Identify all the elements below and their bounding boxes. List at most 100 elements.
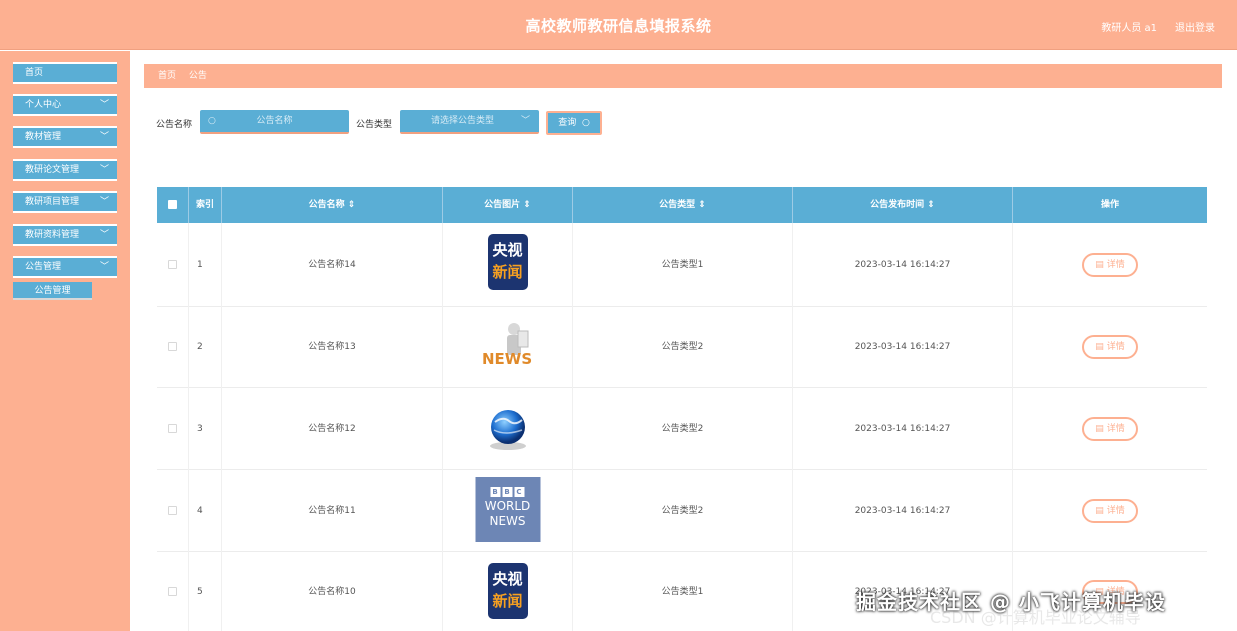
row-image: 央视 新闻: [443, 552, 573, 631]
logout-link[interactable]: 退出登录: [1175, 19, 1215, 34]
sort-icon: ⇕: [927, 200, 935, 210]
breadcrumb-current: 公告: [188, 71, 207, 81]
sidebar-item-label: 个人中心: [25, 100, 62, 110]
search-icon: ○: [579, 118, 590, 128]
sidebar-item-project-management[interactable]: 教研项目管理 ﹀: [13, 191, 117, 213]
announcement-name-input[interactable]: ○ 公告名称: [200, 110, 349, 134]
row-action: ▤ 详情: [1013, 470, 1207, 552]
document-icon: ▤: [1095, 506, 1104, 516]
breadcrumb-home[interactable]: 首页: [158, 71, 176, 81]
sidebar-item-label: 教研项目管理: [25, 197, 80, 207]
sidebar: 首页 个人中心 ﹀ 教材管理 ﹀ 教研论文管理 ﹀ 教研项目管理 ﹀ 教研资料管…: [0, 51, 130, 631]
row-name: 公告名称10: [222, 552, 443, 631]
juejin-watermark: 掘金技术社区 @ 小飞计算机毕设: [856, 590, 1166, 614]
sidebar-subitem-announcement-management[interactable]: 公告管理: [13, 282, 92, 300]
detail-button[interactable]: ▤ 详情: [1082, 253, 1138, 277]
announcement-name-placeholder: 公告名称: [256, 116, 293, 126]
chevron-down-icon: ﹀: [99, 230, 109, 240]
table-row: 1 公告名称14 央视 新闻 公告类型1 2023-03-14 16:14:27…: [157, 223, 1207, 307]
chevron-down-icon: ﹀: [99, 262, 109, 272]
search-button-label: 查询: [558, 118, 577, 128]
row-type: 公告类型1: [573, 223, 793, 307]
sort-icon: ⇕: [523, 200, 531, 210]
column-header-name[interactable]: 公告名称 ⇕: [222, 187, 443, 223]
row-image: 央视 新闻: [443, 223, 573, 307]
row-checkbox[interactable]: [157, 552, 189, 631]
sidebar-item-textbook-management[interactable]: 教材管理 ﹀: [13, 126, 117, 148]
row-checkbox[interactable]: [157, 307, 189, 388]
column-header-publish-time[interactable]: 公告发布时间 ⇕: [793, 187, 1013, 223]
breadcrumb: 首页 公告: [144, 64, 1222, 88]
row-image: [443, 388, 573, 470]
row-index: 1: [189, 223, 222, 307]
news-figure-logo: NEWS: [480, 321, 536, 369]
document-icon: ▤: [1095, 260, 1104, 270]
cctv-news-logo: 央视 新闻: [487, 234, 528, 290]
column-header-action: 操作: [1100, 200, 1119, 210]
sort-icon: ⇕: [698, 200, 706, 210]
current-user: 教研人员 a1: [1101, 23, 1157, 34]
sidebar-item-paper-management[interactable]: 教研论文管理 ﹀: [13, 159, 117, 181]
cctv-news-logo: 央视 新闻: [487, 563, 528, 619]
sidebar-item-home[interactable]: 首页: [13, 62, 117, 84]
sidebar-item-label: 教材管理: [25, 132, 62, 142]
row-action: ▤ 详情: [1013, 223, 1207, 307]
row-checkbox[interactable]: [157, 388, 189, 470]
bbc-world-news-logo: BBC WORLD NEWS: [475, 477, 540, 542]
document-icon: ▤: [1095, 342, 1104, 352]
row-action: ▤ 详情: [1013, 307, 1207, 388]
row-publish-time: 2023-03-14 16:14:27: [793, 470, 1013, 552]
column-header-index: 索引: [189, 187, 222, 223]
sidebar-item-label: 教研论文管理: [25, 165, 80, 175]
sidebar-item-label: 首页: [25, 68, 44, 78]
chevron-down-icon: ﹀: [99, 132, 109, 142]
row-checkbox[interactable]: [157, 223, 189, 307]
sidebar-item-material-management[interactable]: 教研资料管理 ﹀: [13, 224, 117, 246]
row-type: 公告类型2: [573, 470, 793, 552]
column-header-type[interactable]: 公告类型 ⇕: [573, 187, 793, 223]
table-header: 索引 公告名称 ⇕ 公告图片 ⇕ 公告类型 ⇕ 公告发布时间 ⇕ 操作: [157, 187, 1207, 223]
detail-button[interactable]: ▤ 详情: [1082, 335, 1138, 359]
row-action: ▤ 详情: [1013, 388, 1207, 470]
document-icon: ▤: [1095, 424, 1104, 434]
row-name: 公告名称14: [222, 223, 443, 307]
announcement-type-label: 公告类型: [356, 120, 393, 130]
search-button[interactable]: 查询 ○: [546, 111, 602, 135]
table-row: 4 公告名称11 BBC WORLD NEWS 公告类型2 2023-03-14…: [157, 470, 1207, 552]
row-name: 公告名称11: [222, 470, 443, 552]
row-image: BBC WORLD NEWS: [443, 470, 573, 552]
row-name: 公告名称12: [222, 388, 443, 470]
detail-button[interactable]: ▤ 详情: [1082, 499, 1138, 523]
row-name: 公告名称13: [222, 307, 443, 388]
announcement-type-select[interactable]: 请选择公告类型 ﹀: [400, 110, 539, 134]
row-index: 2: [189, 307, 222, 388]
row-publish-time: 2023-03-14 16:14:27: [793, 307, 1013, 388]
detail-button[interactable]: ▤ 详情: [1082, 417, 1138, 441]
row-checkbox[interactable]: [157, 470, 189, 552]
select-all-checkbox[interactable]: [157, 187, 189, 223]
svg-text:NEWS: NEWS: [482, 350, 532, 368]
row-publish-time: 2023-03-14 16:14:27: [793, 223, 1013, 307]
chevron-down-icon: ﹀: [520, 116, 530, 126]
sidebar-item-label: 教研资料管理: [25, 230, 80, 240]
column-header-image[interactable]: 公告图片 ⇕: [443, 187, 573, 223]
row-type: 公告类型2: [573, 388, 793, 470]
chevron-down-icon: ﹀: [99, 165, 109, 175]
row-image: NEWS: [443, 307, 573, 388]
sort-icon: ⇕: [347, 200, 356, 210]
announcement-type-placeholder: 请选择公告类型: [430, 116, 494, 126]
row-index: 4: [189, 470, 222, 552]
row-type: 公告类型2: [573, 307, 793, 388]
row-publish-time: 2023-03-14 16:14:27: [793, 388, 1013, 470]
table-row: 2 公告名称13 NEWS 公告类型2 2023-03-14 16:14:27 …: [157, 307, 1207, 388]
row-index: 3: [189, 388, 222, 470]
row-index: 5: [189, 552, 222, 631]
sidebar-item-personal-center[interactable]: 个人中心 ﹀: [13, 94, 117, 116]
app-title: 高校教师教研信息填报系统: [525, 17, 712, 35]
chevron-down-icon: ﹀: [99, 100, 109, 110]
table-row: 3 公告名称12 公告类型2 2023-03-14 16:14:27 ▤ 详情: [157, 388, 1207, 470]
sidebar-item-label: 公告管理: [25, 262, 62, 272]
announcement-name-label: 公告名称: [156, 120, 193, 130]
chevron-down-icon: ﹀: [99, 197, 109, 207]
sidebar-item-announcement-management[interactable]: 公告管理 ﹀: [13, 256, 117, 278]
